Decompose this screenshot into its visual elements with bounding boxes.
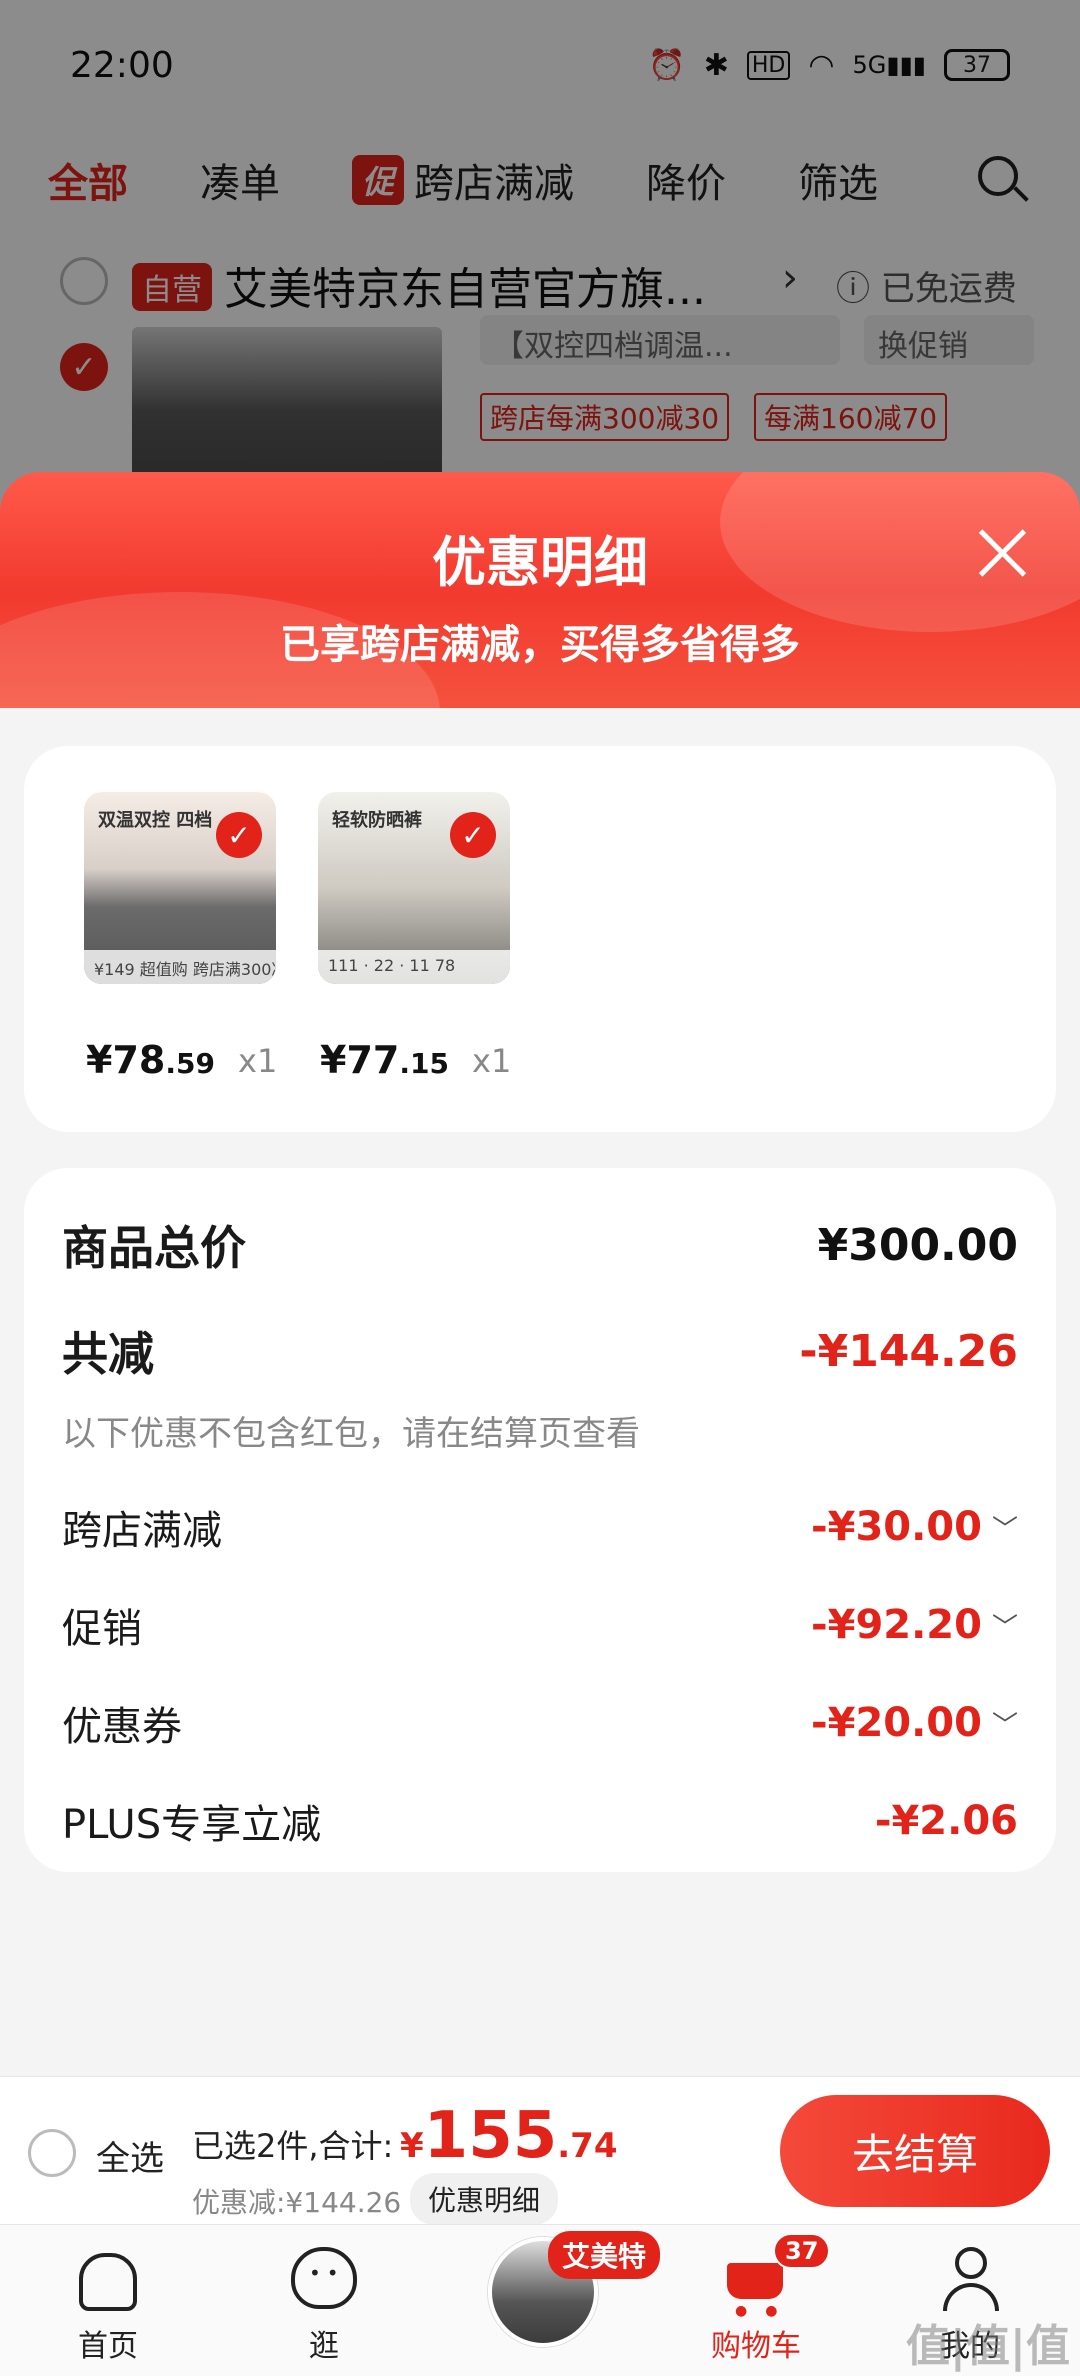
total-price-label: 商品总价	[62, 1221, 246, 1275]
select-all-label[interactable]: 全选	[96, 2131, 164, 2180]
total-reduction-label: 共减	[62, 1327, 154, 1381]
price-int: ¥77	[320, 1038, 400, 1082]
browse-icon	[289, 2243, 359, 2313]
discount-summary-card: 商品总价 ¥300.00 共减 -¥144.26 以下优惠不包含红包，请在结算页…	[24, 1168, 1056, 1872]
sheet-title: 优惠明细	[432, 531, 648, 594]
cart-count-badge: 37	[773, 2233, 831, 2269]
modal-overlay[interactable]	[0, 0, 1080, 520]
discount-line-label: 促销	[62, 1606, 142, 1652]
price-symbol: ¥	[400, 2126, 424, 2166]
tab-cart-label: 购物车	[711, 2329, 801, 2364]
total-price-value: ¥300.00	[817, 1219, 1018, 1271]
discount-line-value: -¥30.00	[811, 1504, 982, 1550]
tab-cart[interactable]: ●● 37 购物车	[676, 2233, 836, 2373]
discount-line-plus: PLUS专享立减 -¥2.06	[62, 1792, 1018, 1850]
selected-count-text: 已选2件,合计:	[192, 2127, 394, 2165]
sheet-body: 双温双控 四档 ✓ ¥149 超值购 跨店满300减30 轻软防晒裤 ✓ 111…	[0, 708, 1080, 2076]
home-icon	[73, 2243, 143, 2313]
sheet-subtitle: 已享跨店满减，买得多省得多	[280, 622, 800, 668]
discount-line-value: -¥92.20	[811, 1602, 982, 1648]
tab-browse-label: 逛	[309, 2329, 339, 2364]
tab-browse[interactable]: 逛	[244, 2243, 404, 2373]
check-icon: ✓	[450, 812, 496, 858]
price-int: 155	[423, 2099, 558, 2173]
chevron-down-icon[interactable]: ﹀	[992, 1607, 1018, 1644]
products-card: 双温双控 四档 ✓ ¥149 超值购 跨店满300减30 轻软防晒裤 ✓ 111…	[24, 746, 1056, 1132]
brand-badge: 艾美特	[548, 2231, 661, 2279]
discount-line-label: PLUS专享立减	[62, 1802, 322, 1848]
discount-line-cross-store[interactable]: 跨店满减 -¥30.00 ﹀	[62, 1498, 1018, 1556]
product-image[interactable]: 轻软防晒裤 ✓ 111 · 22 · 11 78	[318, 792, 510, 984]
product-image[interactable]: 双温双控 四档 ✓ ¥149 超值购 跨店满300减30	[84, 792, 276, 984]
price-dec: .59	[165, 1047, 215, 1080]
total-reduction-row: 共减 -¥144.26	[62, 1318, 1018, 1384]
person-icon	[935, 2243, 1005, 2313]
discount-line-value: -¥2.06	[874, 1798, 1018, 1844]
discount-line-promotion[interactable]: 促销 -¥92.20 ﹀	[62, 1596, 1018, 1654]
discount-line-value: -¥20.00	[811, 1700, 982, 1746]
discount-line-label: 跨店满减	[62, 1508, 222, 1554]
select-all-radio[interactable]	[28, 2129, 76, 2177]
checkout-button[interactable]: 去结算	[780, 2095, 1050, 2207]
product-qty: x1	[238, 1042, 278, 1080]
tab-home-label: 首页	[78, 2329, 138, 2364]
product-image-label: 轻软防晒裤	[332, 810, 422, 831]
total-reduction-value: -¥144.26	[799, 1325, 1018, 1377]
product-image-caption: 111 · 22 · 11 78	[318, 950, 510, 984]
discount-line-label: 优惠券	[62, 1704, 182, 1750]
reduction-note: 以下优惠不包含红包，请在结算页查看	[62, 1414, 640, 1454]
chevron-down-icon[interactable]: ﹀	[992, 1509, 1018, 1546]
total-price-row: 商品总价 ¥300.00	[62, 1212, 1018, 1278]
tab-home[interactable]: 首页	[28, 2243, 188, 2373]
check-icon: ✓	[216, 812, 262, 858]
product-price: ¥77.15	[320, 1038, 449, 1082]
discount-amount-text: 优惠减:¥144.26	[192, 2186, 402, 2219]
close-icon[interactable]	[972, 522, 1032, 582]
price-dec: .74	[557, 2126, 618, 2166]
cart-icon: ●● 37	[721, 2233, 831, 2319]
product-qty: x1	[472, 1042, 512, 1080]
discount-line-coupon[interactable]: 优惠券 -¥20.00 ﹀	[62, 1694, 1018, 1752]
discount-detail-button[interactable]: 优惠明细	[410, 2173, 559, 2225]
checkout-bar: 全选 已选2件,合计: ¥155.74 优惠减:¥144.26 优惠明细 去结算	[0, 2076, 1080, 2225]
price-int: ¥78	[86, 1038, 166, 1082]
selected-total-price: ¥155.74	[400, 2099, 618, 2173]
watermark: 值|值|值	[905, 2321, 1070, 2372]
product-image-caption: ¥149 超值购 跨店满300减30	[84, 950, 276, 984]
price-dec: .15	[399, 1047, 449, 1080]
chevron-down-icon[interactable]: ﹀	[992, 1705, 1018, 1742]
product-image-label: 双温双控 四档	[98, 810, 213, 831]
sheet-header: 优惠明细 已享跨店满减，买得多省得多	[0, 472, 1080, 712]
product-price: ¥78.59	[86, 1038, 215, 1082]
